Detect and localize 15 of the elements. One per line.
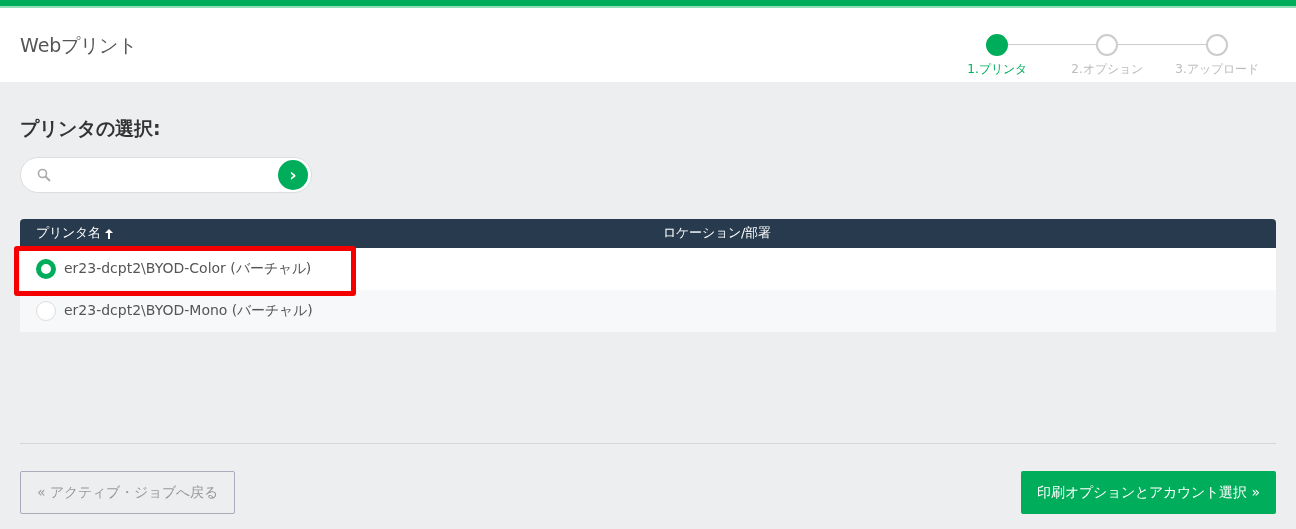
next-button[interactable]: 印刷オプションとアカウント選択 » [1021,470,1276,514]
radio-button[interactable] [36,258,56,279]
printer-name: er23-dcpt2\BYOD-Color (バーチャル) [64,259,312,278]
back-button[interactable]: « アクティブ・ジョブへ戻る [20,470,235,514]
search-field[interactable]: › [20,156,312,193]
app-title: Webプリント [20,32,138,58]
printer-name: er23-dcpt2\BYOD-Mono (バーチャル) [64,301,313,320]
step-label: 2.オプション [1070,61,1144,78]
sort-up-icon [105,228,113,239]
step-label: 1.プリンタ [966,61,1028,78]
search-button[interactable]: › [278,159,308,190]
column-header[interactable]: ロケーション/部署 [663,225,772,241]
column-header[interactable]: プリンタ名 [36,225,101,241]
search-icon [37,167,51,182]
page-heading: プリンタの選択: [20,116,162,141]
